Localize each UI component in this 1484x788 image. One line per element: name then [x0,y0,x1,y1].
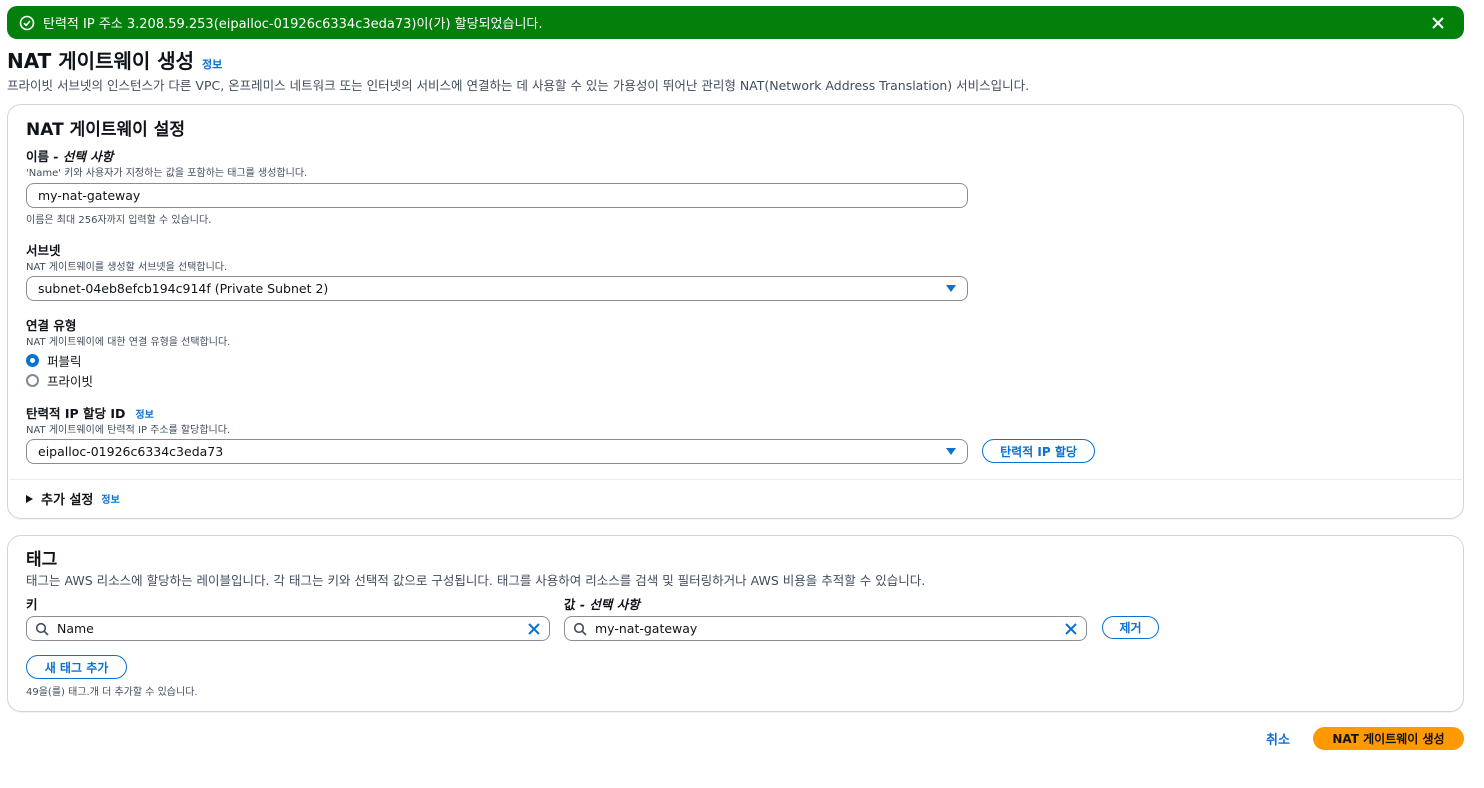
page-description: 프라이빗 서브넷의 인스턴스가 다른 VPC, 온프레미스 네트워크 또는 인터… [7,78,1030,93]
name-label-text: 이름 [26,149,50,164]
subnet-select[interactable]: subnet-04eb8efcb194c914f (Private Subnet… [26,276,968,301]
additional-info-link[interactable]: 정보 [101,491,119,506]
eip-description: NAT 게이트웨이에 탄력적 IP 주소를 할당합니다. [26,425,231,436]
subnet-label: 서브넷 [26,243,61,258]
name-optional-text: - 선택 사항 [49,149,114,164]
eip-select-value: eipalloc-01926c6334c3eda73 [38,444,224,459]
tag-key-value: Name [57,621,94,636]
additional-settings-label: 추가 설정 [41,493,94,508]
caret-down-icon [946,284,956,293]
name-description: 'Name' 키와 사용자가 지정하는 값을 포함하는 태그를 생성합니다. [26,168,308,179]
check-circle-icon [19,15,35,31]
divider [9,479,1462,480]
subnet-description: NAT 게이트웨이를 생성할 서브넷을 선택합니다. [26,262,228,273]
tags-remaining-note: 49을(를) 태그.개 더 추가할 수 있습니다. [26,687,198,698]
radio-unselected-icon [26,374,39,387]
page-title-text: NAT 게이트웨이 생성 [7,49,195,73]
flash-message: 탄력적 IP 주소 3.208.59.253(eipalloc-01926c63… [43,17,543,32]
page-title: NAT 게이트웨이 생성 정보 [7,45,222,74]
eip-select[interactable]: eipalloc-01926c6334c3eda73 [26,439,968,464]
cancel-button[interactable]: 취소 [1266,729,1290,748]
tag-value-label: 값 - 선택 사항 [564,594,640,613]
additional-settings-toggle[interactable]: 추가 설정 정보 [26,489,120,508]
connectivity-label: 연결 유형 [26,318,77,333]
name-input[interactable]: my-nat-gateway [26,183,968,208]
caret-right-icon [26,494,33,503]
caret-down-icon [946,447,956,456]
radio-public-label: 퍼블릭 [47,354,82,369]
info-link[interactable]: 정보 [202,56,222,72]
allocate-eip-button[interactable]: 탄력적 IP 할당 [982,439,1095,463]
search-icon [35,622,49,636]
tags-heading: 태그 [26,550,58,570]
name-input-value: my-nat-gateway [38,188,141,203]
nat-gateway-settings-panel: NAT 게이트웨이 설정 이름 - 선택 사항 'Name' 키와 사용자가 지… [7,104,1464,519]
tags-panel: 태그 태그는 AWS 리소스에 할당하는 레이블입니다. 각 태그는 키와 선택… [7,535,1464,712]
tag-key-label: 키 [26,597,38,612]
clear-icon[interactable] [527,622,541,636]
radio-selected-icon [26,354,39,367]
tag-value-input[interactable]: my-nat-gateway [564,616,1087,641]
tag-key-input[interactable]: Name [26,616,550,641]
eip-label: 탄력적 IP 할당 ID 정보 [26,403,154,422]
radio-private[interactable]: 프라이빗 [26,371,93,390]
tag-value-label-text: 값 [564,597,576,612]
radio-public[interactable]: 퍼블릭 [26,351,82,370]
connectivity-description: NAT 게이트웨이에 대한 연결 유형을 선택합니다. [26,337,231,348]
tag-value-optional: - 선택 사항 [575,597,640,612]
settings-heading: NAT 게이트웨이 설정 [26,120,185,140]
success-flashbar: 탄력적 IP 주소 3.208.59.253(eipalloc-01926c63… [7,6,1464,39]
name-constraint: 이름은 최대 256자까지 입력할 수 있습니다. [26,215,212,226]
eip-label-text: 탄력적 IP 할당 ID [26,406,126,421]
remove-tag-button[interactable]: 제거 [1102,616,1159,639]
create-nat-gateway-button[interactable]: NAT 게이트웨이 생성 [1313,727,1464,750]
clear-icon[interactable] [1064,622,1078,636]
search-icon [573,622,587,636]
radio-private-label: 프라이빗 [47,374,94,389]
name-label: 이름 - 선택 사항 [26,146,113,165]
add-tag-button[interactable]: 새 태그 추가 [26,655,127,679]
tags-description: 태그는 AWS 리소스에 할당하는 레이블입니다. 각 태그는 키와 선택적 값… [26,573,926,588]
close-icon[interactable] [1428,13,1448,33]
subnet-select-value: subnet-04eb8efcb194c914f (Private Subnet… [38,281,329,296]
tag-value-value: my-nat-gateway [595,621,698,636]
eip-info-link[interactable]: 정보 [135,406,153,421]
